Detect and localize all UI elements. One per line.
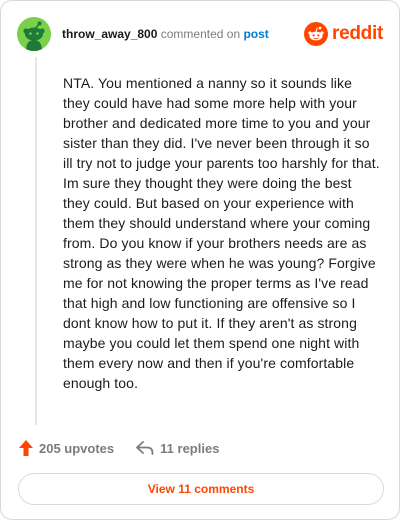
action-text: commented on xyxy=(160,27,241,41)
comment-header: throw_away_800 commented on post xyxy=(62,27,269,41)
comment-stats: 205 upvotes 11 replies xyxy=(19,439,219,457)
thread-line[interactable] xyxy=(35,57,37,425)
post-link[interactable]: post xyxy=(243,27,268,41)
upvote-arrow-icon xyxy=(19,440,33,456)
username[interactable]: throw_away_800 xyxy=(62,27,157,41)
upvote-count: 205 upvotes xyxy=(39,440,115,456)
reddit-brand[interactable]: reddit xyxy=(304,21,383,47)
comment-body: NTA. You mentioned a nanny so it sounds … xyxy=(63,75,380,391)
reddit-logo-icon xyxy=(304,22,329,46)
comment-card: throw_away_800 commented on post reddit … xyxy=(0,0,400,520)
user-avatar[interactable] xyxy=(17,17,51,51)
snoo-avatar-icon xyxy=(17,17,51,51)
view-comments-button[interactable]: View 11 comments xyxy=(18,473,384,505)
upvote-stat[interactable]: 205 upvotes xyxy=(19,440,114,456)
reply-arrow-icon xyxy=(136,441,154,455)
reply-count: 11 replies xyxy=(160,440,220,456)
brand-wordmark: reddit xyxy=(332,23,383,44)
reply-stat[interactable]: 11 replies xyxy=(136,441,219,456)
